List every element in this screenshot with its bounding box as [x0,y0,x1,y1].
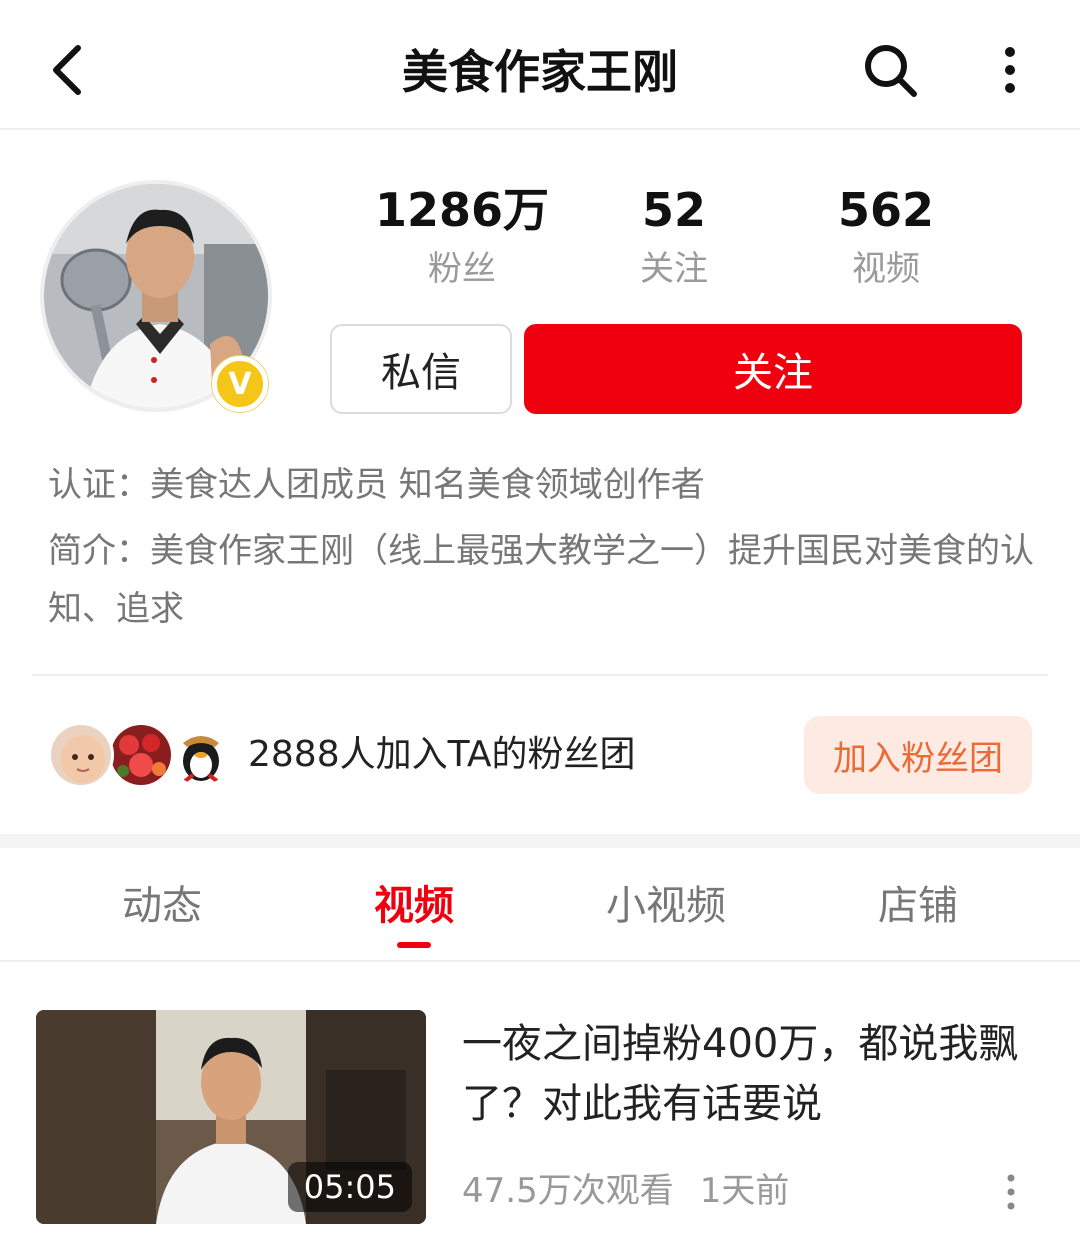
search-button[interactable] [860,40,920,100]
fan-avatar-image [111,725,171,785]
message-button[interactable]: 私信 [330,324,512,414]
fan-avatar-baby [48,722,114,788]
stat-videos[interactable]: 562 视频 [786,180,986,294]
divider [0,960,1080,962]
fan-avatar-penguin [168,722,234,788]
fan-avatar-flowers [108,722,174,788]
video-title[interactable]: 一夜之间掉粉400万，都说我飘了？对此我有话要说 [462,1014,1042,1134]
fan-avatar-image [171,725,231,785]
certification-text: 认证：美食达人团成员 知名美食领域创作者 [48,465,705,505]
more-vertical-icon [1005,47,1015,93]
stat-fans-value: 1286万 [374,183,550,237]
more-vertical-icon [1007,1174,1015,1210]
tab-updates[interactable]: 动态 [72,876,252,936]
active-tab-indicator [397,942,431,948]
tab-short-videos[interactable]: 小视频 [576,876,756,936]
intro-text: 简介：美食作家王刚（线上最强大教学之一）提升国民对美食的认知、追求 [48,531,1034,629]
stat-fans[interactable]: 1286万 粉丝 [362,180,562,294]
search-icon [865,45,917,97]
stat-videos-value: 562 [837,183,935,237]
stat-videos-label: 视频 [852,249,920,289]
fan-avatar-image [51,725,111,785]
tab-videos[interactable]: 视频 [324,876,504,936]
top-bar: 美食作家王刚 [0,0,1080,130]
join-fans-group-button[interactable]: 加入粉丝团 [804,716,1032,794]
video-more-button[interactable] [996,1170,1026,1214]
section-separator [0,834,1080,848]
video-views: 47.5万次观看 [462,1171,674,1211]
stat-following[interactable]: 52 关注 [574,180,774,294]
stat-fans-label: 粉丝 [428,249,496,289]
fans-group-text: 2888人加入TA的粉丝团 [248,734,636,775]
stat-following-label: 关注 [640,249,708,289]
verified-v-icon: V [212,356,268,412]
video-time: 1天前 [699,1171,790,1211]
stat-following-value: 52 [641,183,706,237]
profile-avatar-container[interactable]: V [40,180,272,412]
more-options-button[interactable] [990,42,1030,98]
video-meta: 47.5万次观看 1天前 [462,1166,789,1216]
divider [32,674,1048,676]
video-thumbnail[interactable]: 05:05 [36,1010,426,1224]
follow-button[interactable]: 关注 [524,324,1022,414]
tab-shop[interactable]: 店铺 [828,876,1008,936]
video-duration: 05:05 [287,1162,412,1212]
